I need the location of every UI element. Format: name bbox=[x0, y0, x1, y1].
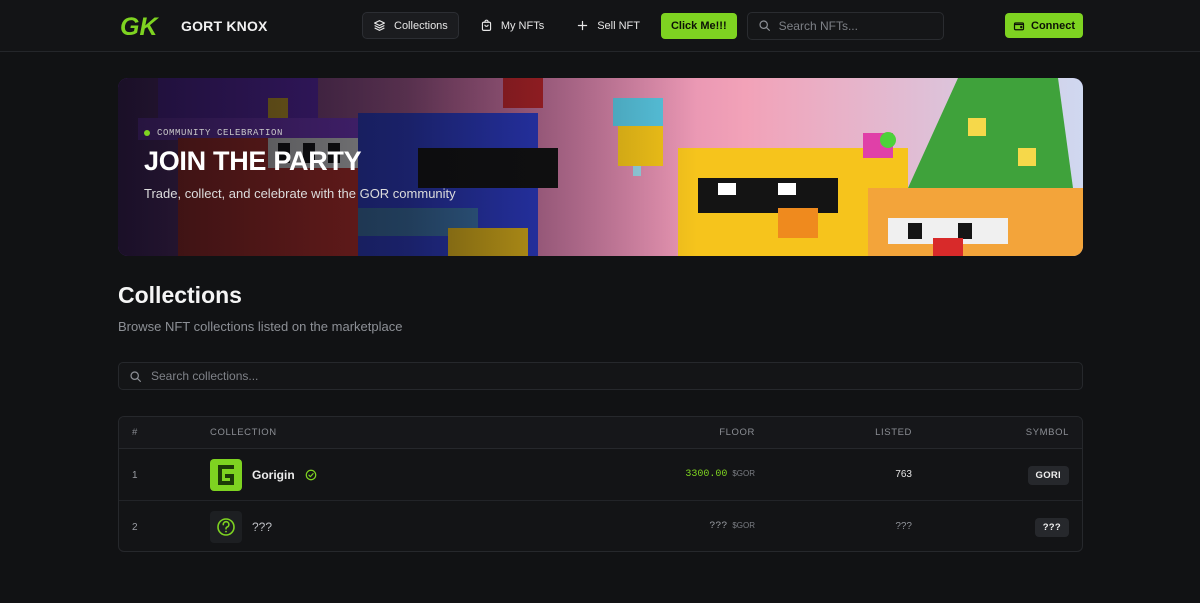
connect-label: Connect bbox=[1031, 19, 1075, 32]
banner-subtitle: Trade, collect, and celebrate with the G… bbox=[144, 186, 456, 201]
collection-search[interactable] bbox=[118, 362, 1083, 390]
search-icon bbox=[759, 20, 770, 31]
symbol-badge: ??? bbox=[1034, 518, 1069, 537]
nav-sell-nft[interactable]: Sell NFT bbox=[565, 12, 651, 39]
floor-value: 3300.00 bbox=[685, 469, 728, 480]
banner-title: JOIN THE PARTY bbox=[144, 146, 362, 176]
nav-collections[interactable]: Collections bbox=[362, 12, 459, 39]
floor-unit: $GOR bbox=[732, 521, 755, 530]
listed-count: 763 bbox=[895, 469, 912, 480]
status-dot-icon bbox=[144, 130, 150, 136]
floor-price: 3300.00 $GOR bbox=[685, 469, 755, 480]
row-rank: 2 bbox=[132, 522, 138, 533]
connect-button[interactable]: Connect bbox=[1005, 13, 1083, 38]
col-listed[interactable]: LISTED bbox=[875, 427, 912, 438]
verified-check-icon bbox=[305, 469, 317, 481]
nav-my-nfts-label: My NFTs bbox=[500, 19, 545, 32]
table-header: # COLLECTION FLOOR LISTED SYMBOL bbox=[119, 417, 1082, 449]
wallet-icon bbox=[1013, 21, 1025, 30]
floor-value: ??? bbox=[709, 521, 728, 532]
svg-text:GK: GK bbox=[120, 13, 159, 40]
col-collection[interactable]: COLLECTION bbox=[210, 427, 277, 438]
brand-name: GORT KNOX bbox=[181, 18, 268, 34]
collection-thumbnail bbox=[210, 511, 242, 543]
collection-cell: ??? bbox=[210, 511, 272, 543]
main-nav: Collections My NFTs Sell NFT Click Me!!! bbox=[362, 11, 944, 40]
banner-text: COMMUNITY CELEBRATION JOIN THE PARTY Tra… bbox=[144, 128, 456, 201]
question-icon bbox=[210, 511, 242, 543]
table-row[interactable]: 2 ??? ??? $GOR ??? ??? bbox=[119, 501, 1082, 551]
symbol-badge: GORI bbox=[1027, 466, 1069, 485]
table-row[interactable]: 1 Gorigin 3300.00 $GOR 763 GORI bbox=[119, 449, 1082, 501]
collection-name[interactable]: Gorigin bbox=[252, 468, 295, 482]
col-floor[interactable]: FLOOR bbox=[719, 427, 755, 438]
nft-search-input[interactable] bbox=[778, 18, 929, 33]
banner-eyebrow-label: COMMUNITY CELEBRATION bbox=[157, 128, 284, 138]
nft-search[interactable] bbox=[746, 11, 944, 40]
collection-cell: Gorigin bbox=[210, 459, 317, 491]
banner-eyebrow: COMMUNITY CELEBRATION bbox=[144, 128, 456, 138]
nav-collections-label: Collections bbox=[394, 19, 448, 32]
top-navbar: GK GORT KNOX Collections My NFTs Sell NF… bbox=[0, 0, 1200, 52]
brand-logo: GK bbox=[120, 13, 159, 40]
floor-unit: $GOR bbox=[732, 469, 755, 478]
layers-icon bbox=[374, 20, 385, 31]
col-symbol[interactable]: SYMBOL bbox=[1026, 427, 1069, 438]
promo-banner[interactable]: COMMUNITY CELEBRATION JOIN THE PARTY Tra… bbox=[118, 78, 1083, 256]
bag-icon bbox=[481, 19, 491, 31]
collection-thumbnail bbox=[210, 459, 242, 491]
collections-table: # COLLECTION FLOOR LISTED SYMBOL 1 Gorig… bbox=[118, 416, 1083, 552]
brand[interactable]: GK GORT KNOX bbox=[119, 12, 268, 40]
plus-icon bbox=[578, 20, 588, 31]
nav-my-nfts[interactable]: My NFTs bbox=[469, 12, 555, 39]
col-rank[interactable]: # bbox=[132, 427, 138, 438]
page-subtitle: Browse NFT collections listed on the mar… bbox=[118, 319, 403, 334]
collection-name[interactable]: ??? bbox=[252, 520, 272, 534]
search-icon bbox=[130, 370, 141, 382]
nav-sell-nft-label: Sell NFT bbox=[597, 19, 640, 32]
page-title: Collections bbox=[118, 282, 242, 308]
gorigin-logo-icon bbox=[210, 459, 242, 491]
row-rank: 1 bbox=[132, 470, 138, 481]
click-me-button[interactable]: Click Me!!! bbox=[660, 12, 737, 39]
collection-search-input[interactable] bbox=[151, 369, 1051, 383]
floor-price: ??? $GOR bbox=[709, 521, 755, 532]
listed-count: ??? bbox=[895, 521, 912, 532]
